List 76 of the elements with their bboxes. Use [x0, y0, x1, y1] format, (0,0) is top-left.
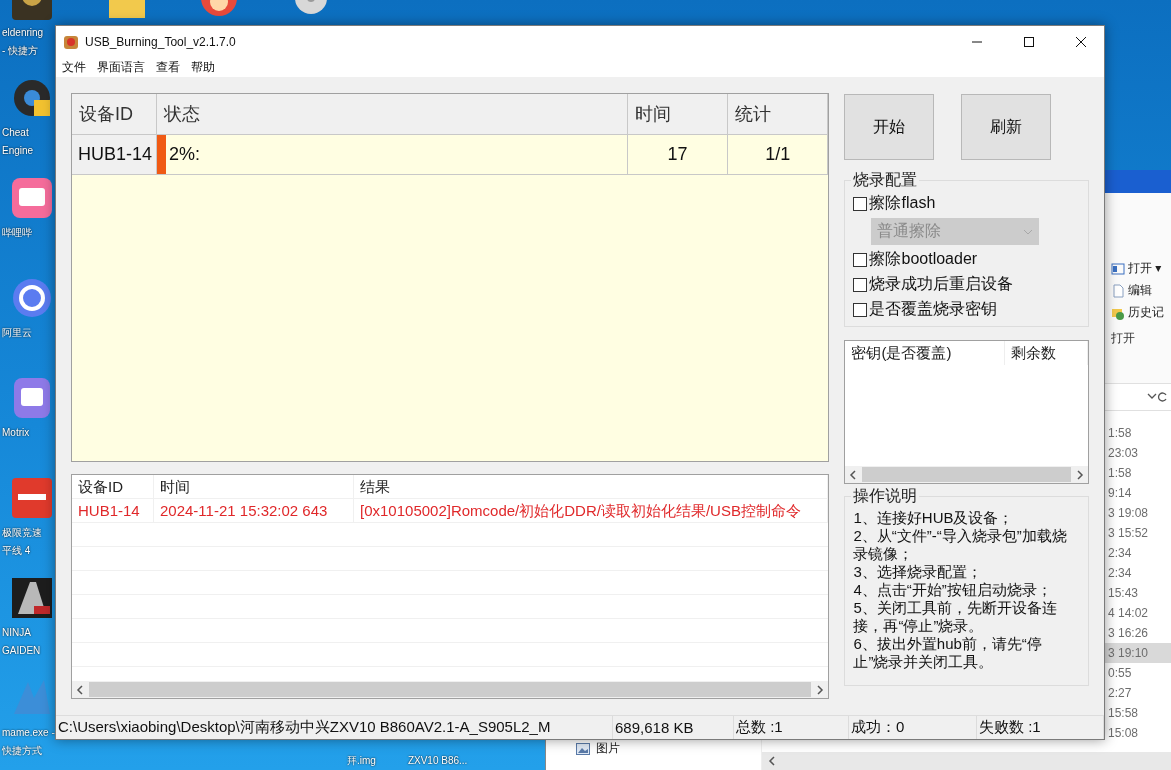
table-cell: [0x10105002]Romcode/初始化DDR/读取初始化结果/USB控制命令: [354, 499, 829, 523]
help-text: 3、选择烧录配置；: [853, 563, 983, 581]
status-text: 689,618 KB: [613, 716, 734, 739]
status-text: 成功：0: [849, 716, 977, 739]
column-header[interactable]: 密钥(是否覆盖): [845, 341, 1006, 365]
file-date[interactable]: 3 19:08: [1105, 503, 1171, 523]
help-text: 6、拔出外置hub前，请先“停止”烧录并关闭工具。: [853, 635, 1043, 671]
desktop-icon-label: 平线 4: [1, 544, 31, 558]
desktop-icon-label: Engine: [1, 144, 34, 158]
column-header[interactable]: 状态: [157, 94, 628, 134]
checkbox-option[interactable]: 擦除bootloader: [853, 249, 1080, 270]
help-text: 4、点击“开始”按钮启动烧录；: [853, 581, 1053, 599]
menu-item[interactable]: 文件: [62, 58, 86, 76]
column-header[interactable]: 时间: [154, 475, 354, 499]
help-text: 1、连接好HUB及设备；: [853, 509, 1015, 527]
file-date[interactable]: 3 15:52: [1105, 523, 1171, 543]
help-text: 5、关闭工具前，先断开设备连接，再“停止”烧录。: [853, 599, 1058, 635]
column-header[interactable]: 结果: [354, 475, 829, 499]
desktop-icon-label: Motrix: [1, 426, 30, 440]
desktop-icon-label: ZXV10 B86...: [406, 754, 468, 768]
ribbon-group-label: 打开: [1111, 330, 1136, 347]
file-date[interactable]: 3 16:26: [1105, 623, 1171, 643]
menu-item[interactable]: 帮助: [191, 58, 215, 76]
table-cell: 2024-11-21 15:32:02 643: [154, 499, 354, 523]
menu-item[interactable]: 界面语言: [97, 58, 145, 76]
group-title: 操作说明: [852, 486, 919, 506]
column-header[interactable]: 剩余数: [1005, 341, 1088, 365]
desktop-icon-label: mame.exe -: [1, 726, 55, 740]
column-header[interactable]: 设备ID: [72, 94, 157, 134]
file-date[interactable]: 1:58: [1105, 423, 1171, 443]
file-date[interactable]: 2:27: [1105, 683, 1171, 703]
column-header[interactable]: 设备ID: [72, 475, 154, 499]
file-date[interactable]: 3 19:10: [1105, 643, 1171, 663]
checkbox-option[interactable]: 是否覆盖烧录密钥: [853, 299, 1080, 320]
desktop-icon-label: 快捷方式: [1, 744, 42, 758]
window-title: USB_Burning_Tool_v2.1.7.0: [85, 34, 237, 49]
file-date[interactable]: 15:08: [1105, 723, 1171, 743]
table-cell: HUB1-14: [72, 499, 154, 523]
checkbox-option[interactable]: 擦除flash: [853, 193, 1080, 214]
file-date[interactable]: 9:14: [1105, 483, 1171, 503]
ribbon-item[interactable]: 历史记: [1111, 304, 1171, 321]
table-cell: 1/1: [728, 135, 829, 174]
file-date[interactable]: 23:03: [1105, 443, 1171, 463]
file-date[interactable]: 1:58: [1105, 463, 1171, 483]
help-text: 2、从“文件”-“导入烧录包”加载烧录镜像；: [853, 527, 1068, 563]
file-date[interactable]: 2:34: [1105, 543, 1171, 563]
desktop-icon-label: 哔哩哔: [1, 226, 32, 240]
desktop-icon-label: 极限竞速: [1, 526, 42, 540]
desktop-icon-label: eldenring: [1, 26, 44, 40]
file-date[interactable]: 15:43: [1105, 583, 1171, 603]
file-date[interactable]: 2:34: [1105, 563, 1171, 583]
ribbon-item[interactable]: 打开 ▾: [1111, 260, 1171, 277]
file-date[interactable]: 0:55: [1105, 663, 1171, 683]
desktop-icon-label: 阿里云: [1, 326, 32, 340]
nav-item[interactable]: 图片: [546, 740, 761, 757]
menu-item[interactable]: 查看: [156, 58, 180, 76]
desktop-icon-label: Cheat: [1, 126, 29, 140]
group-title: 烧录配置: [852, 170, 919, 190]
ribbon-item[interactable]: 编辑: [1111, 282, 1171, 299]
table-cell: HUB1-14: [72, 135, 157, 174]
desktop-icon-label: 拜.img: [346, 754, 376, 768]
status-text: 总数 :1: [734, 716, 849, 739]
status-text: C:\Users\xiaobing\Desktop\河南移动中兴ZXV10 B860AV2.1-A_S905L2_M: [56, 716, 613, 739]
desktop-icon-label: NINJA: [1, 626, 31, 640]
column-header[interactable]: 时间: [628, 94, 728, 134]
file-date[interactable]: 15:58: [1105, 703, 1171, 723]
status-text: 2%:: [168, 144, 201, 165]
checkbox-option[interactable]: 烧录成功后重启设备: [853, 274, 1080, 295]
desktop-icon-label: GAIDEN: [1, 644, 41, 658]
file-date[interactable]: 4 14:02: [1105, 603, 1171, 623]
desktop-icon-label: - 快捷方: [1, 44, 39, 58]
action-button[interactable]: 刷新: [961, 94, 1052, 160]
column-header[interactable]: 统计: [728, 94, 829, 134]
action-button[interactable]: 开始: [844, 94, 935, 160]
status-text: 失败数 :1: [977, 716, 1104, 739]
table-cell: 17: [628, 135, 728, 174]
